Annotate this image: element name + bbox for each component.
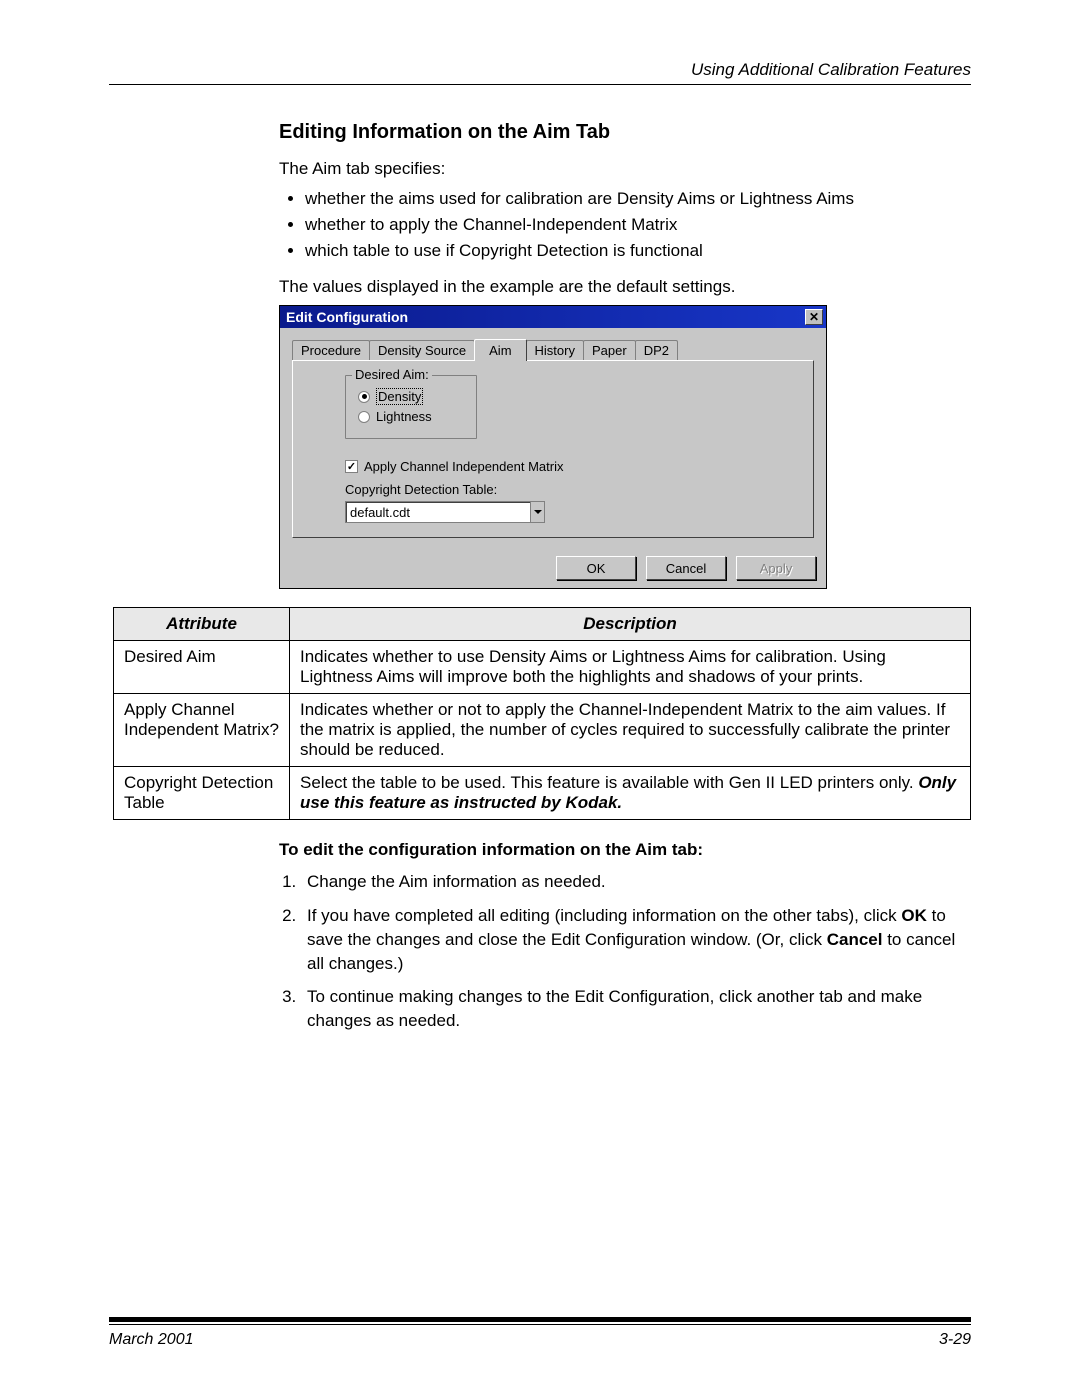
footer-date: March 2001: [109, 1331, 194, 1349]
tab-paper[interactable]: Paper: [583, 340, 636, 360]
step-item: Change the Aim information as needed.: [301, 870, 971, 894]
apply-matrix-label: Apply Channel Independent Matrix: [364, 459, 563, 474]
radio-lightness[interactable]: Lightness: [358, 409, 464, 424]
cdt-input[interactable]: [346, 502, 530, 522]
ok-button[interactable]: OK: [556, 556, 636, 580]
table-row: Copyright Detection Table Select the tab…: [114, 767, 971, 820]
steps-heading: To edit the configuration information on…: [279, 840, 971, 860]
col-attribute: Attribute: [114, 608, 290, 641]
tab-strip: Procedure Density Source Aim History Pap…: [292, 338, 814, 360]
cell-desc: Indicates whether or not to apply the Ch…: [290, 694, 971, 767]
table-row: Apply Channel Independent Matrix? Indica…: [114, 694, 971, 767]
cancel-button[interactable]: Cancel: [646, 556, 726, 580]
page-header: Using Additional Calibration Features: [109, 60, 971, 80]
close-button[interactable]: ✕: [805, 309, 823, 325]
radio-lightness-label: Lightness: [376, 409, 432, 424]
cell-attr: Desired Aim: [114, 641, 290, 694]
tab-procedure[interactable]: Procedure: [292, 340, 370, 360]
tab-history[interactable]: History: [526, 340, 584, 360]
desired-aim-group: Desired Aim: Density Lightness: [345, 375, 477, 439]
step-item: If you have completed all editing (inclu…: [301, 904, 971, 975]
checkbox-icon: ✓: [345, 460, 358, 473]
cell-attr: Copyright Detection Table: [114, 767, 290, 820]
dialog-title: Edit Configuration: [286, 309, 408, 325]
chevron-down-icon[interactable]: [530, 502, 544, 522]
col-description: Description: [290, 608, 971, 641]
apply-button: Apply: [736, 556, 816, 580]
bullet-item: whether the aims used for calibration ar…: [305, 187, 971, 211]
tab-density-source[interactable]: Density Source: [369, 340, 475, 360]
section-heading: Editing Information on the Aim Tab: [279, 121, 971, 144]
dialog-button-row: OK Cancel Apply: [280, 548, 826, 588]
radio-density-label: Density: [376, 388, 423, 405]
bullet-item: which table to use if Copyright Detectio…: [305, 239, 971, 263]
cell-attr: Apply Channel Independent Matrix?: [114, 694, 290, 767]
dialog-titlebar: Edit Configuration ✕: [280, 306, 826, 328]
cdt-label: Copyright Detection Table:: [345, 482, 795, 497]
attribute-table: Attribute Description Desired Aim Indica…: [113, 607, 971, 820]
apply-matrix-checkbox[interactable]: ✓ Apply Channel Independent Matrix: [345, 459, 795, 474]
footer-rule-thin: [109, 1324, 971, 1325]
intro-text: The Aim tab specifies:: [279, 158, 971, 181]
cell-desc: Select the table to be used. This featur…: [290, 767, 971, 820]
tab-aim[interactable]: Aim: [474, 339, 526, 361]
cdt-combo[interactable]: [345, 501, 545, 523]
edit-configuration-dialog: Edit Configuration ✕ Procedure Density S…: [279, 305, 827, 589]
desired-aim-legend: Desired Aim:: [352, 367, 432, 382]
intro-bullets: whether the aims used for calibration ar…: [279, 187, 971, 262]
radio-dot-icon: [358, 411, 370, 423]
footer-page-number: 3-29: [939, 1331, 971, 1349]
tab-dp2[interactable]: DP2: [635, 340, 678, 360]
table-row: Desired Aim Indicates whether to use Den…: [114, 641, 971, 694]
page-footer: March 2001 3-29: [109, 1317, 971, 1349]
steps-list: Change the Aim information as needed. If…: [301, 870, 971, 1033]
footer-rule-thick: [109, 1317, 971, 1322]
radio-dot-icon: [358, 391, 370, 403]
header-rule: [109, 84, 971, 85]
defaults-note: The values displayed in the example are …: [279, 276, 971, 299]
cell-desc: Indicates whether to use Density Aims or…: [290, 641, 971, 694]
tab-panel-aim: Desired Aim: Density Lightness ✓ Apply C…: [292, 360, 814, 538]
step-item: To continue making changes to the Edit C…: [301, 985, 971, 1033]
bullet-item: whether to apply the Channel-Independent…: [305, 213, 971, 237]
radio-density[interactable]: Density: [358, 388, 464, 405]
